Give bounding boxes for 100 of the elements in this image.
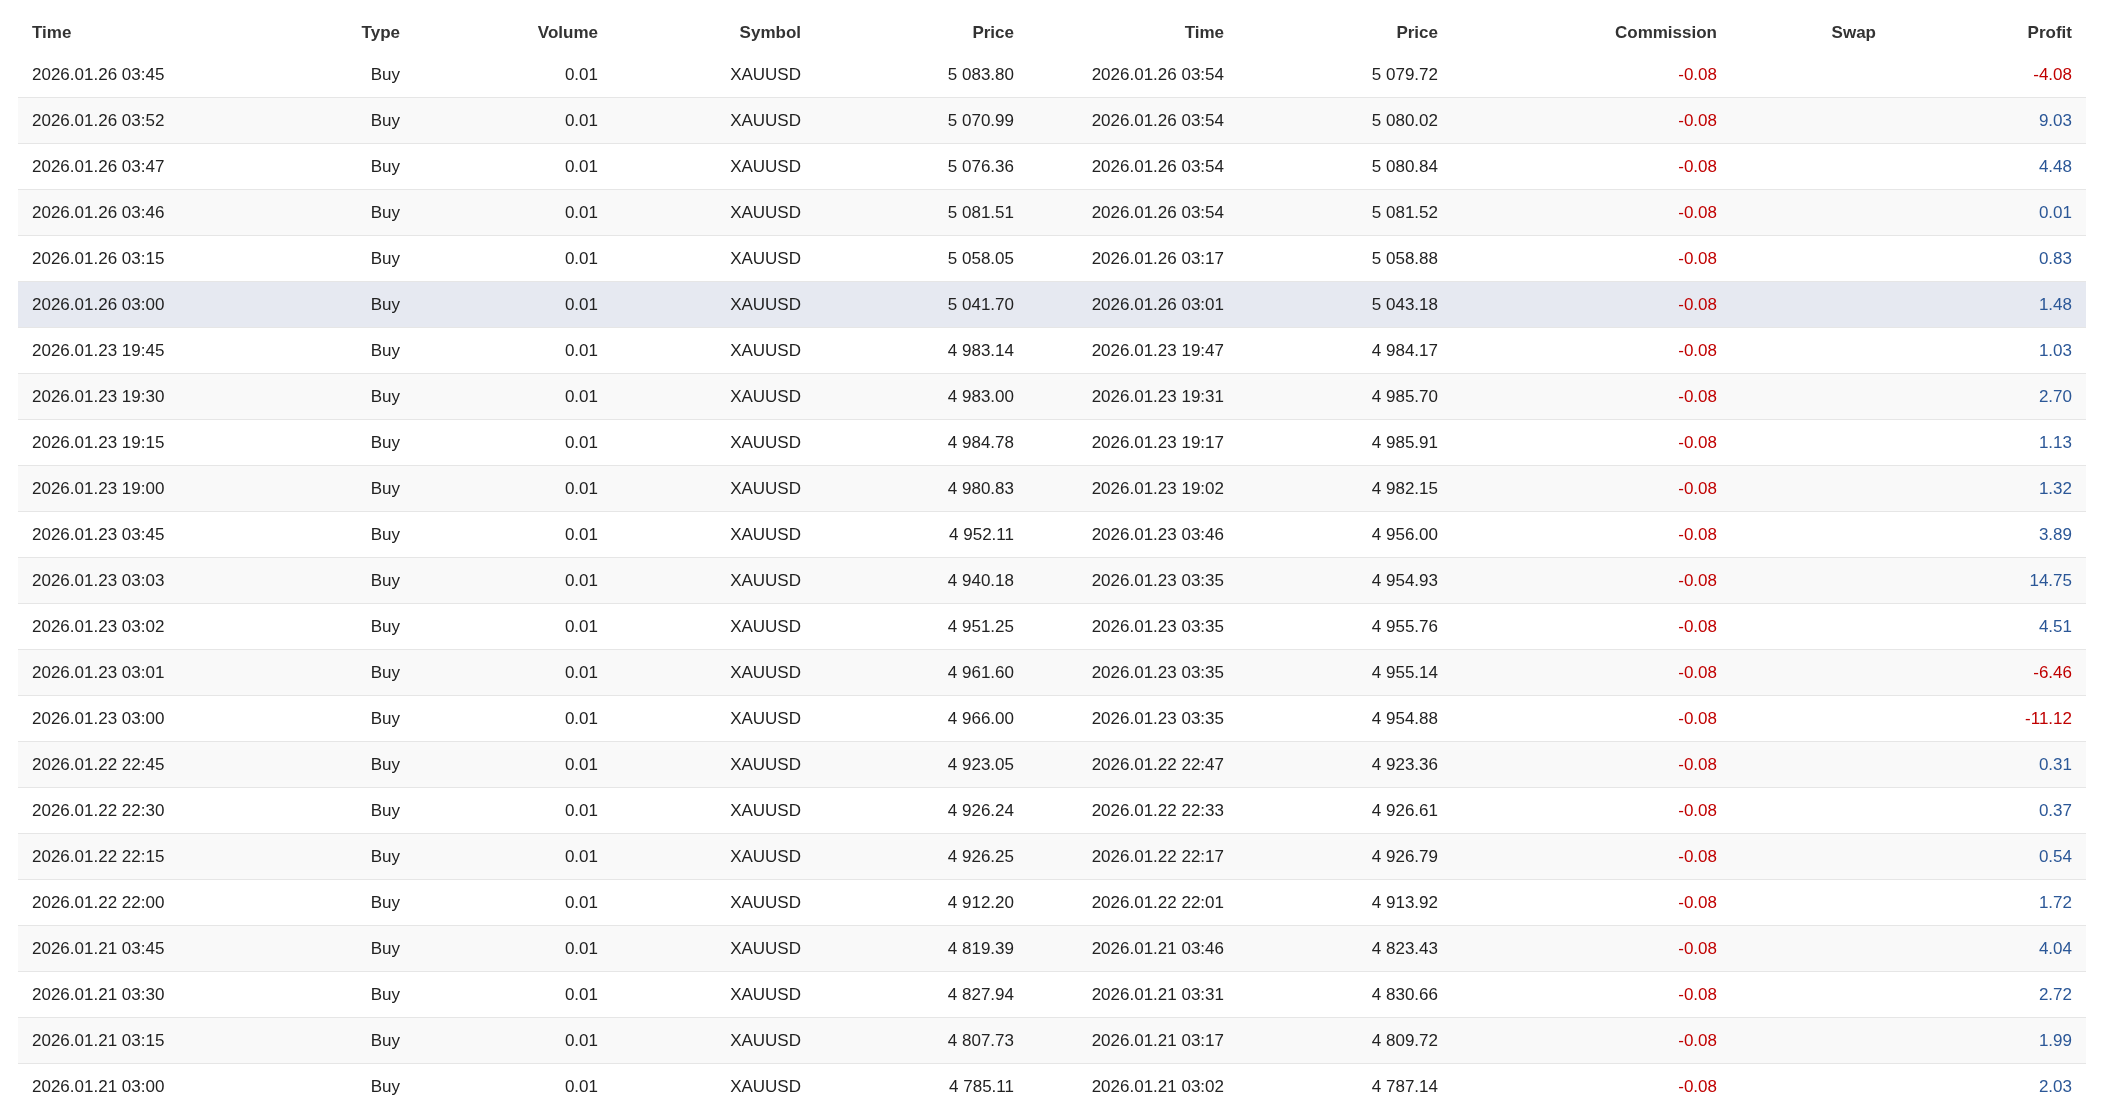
table-cell-text: Buy	[369, 339, 400, 362]
table-cell-text: 4 787.14	[1370, 1075, 1438, 1098]
table-cell-text: 4 954.93	[1370, 569, 1438, 592]
table-cell-text: Buy	[369, 891, 400, 914]
table-cell-text: 4 926.25	[946, 845, 1014, 868]
table-cell-text: 0.01	[563, 247, 598, 270]
table-cell-text: 0.01	[563, 339, 598, 362]
table-cell-text: 4 954.88	[1370, 707, 1438, 730]
table-cell-text: XAUUSD	[729, 1075, 801, 1098]
table-cell-text: 2026.01.26 03:54	[1090, 201, 1224, 224]
table-cell-text: Buy	[369, 983, 400, 1006]
table-cell-text: 4 955.76	[1370, 615, 1438, 638]
table-cell-text: 5 058.05	[946, 247, 1014, 270]
table-cell-text: -0.08	[1677, 523, 1717, 546]
table-cell-text: 2026.01.26 03:01	[1090, 293, 1224, 316]
column-header: Time	[1183, 22, 1224, 45]
table-cell-text: XAUUSD	[729, 753, 801, 776]
column-header: Swap	[1830, 22, 1876, 45]
table-cell-text: 0.83	[2037, 247, 2073, 270]
table-cell-text: 0.01	[563, 293, 598, 316]
table-cell-text: 4.48	[2037, 155, 2073, 178]
table-cell-text: 2026.01.23 19:00	[31, 477, 166, 500]
table-cell-text: 4 952.11	[948, 523, 1014, 546]
table-cell-text: 0.01	[563, 891, 598, 914]
table-cell-text: 5 058.88	[1370, 247, 1438, 270]
table-cell-text: 2026.01.23 19:15	[31, 431, 166, 454]
table-cell-text: 2026.01.23 03:03	[31, 569, 166, 592]
column-header: Commission	[1613, 22, 1717, 45]
table-row[interactable]: 2026.01.26 03:52 Buy 0.01 XAUUSD 5 070.99 2026.01.26 03:54 5 080.02 -0.08 9.03	[18, 98, 2086, 144]
table-cell-text: XAUUSD	[729, 477, 801, 500]
table-cell-text: 5 081.52	[1370, 201, 1438, 224]
table-cell-text: 4 966.00	[946, 707, 1014, 730]
table-cell-text: Buy	[369, 109, 400, 132]
table-cell-text: XAUUSD	[729, 661, 801, 684]
table-row[interactable]: 2026.01.22 22:15 Buy 0.01 XAUUSD 4 926.25 2026.01.22 22:17 4 926.79 -0.08 0.54	[18, 834, 2086, 880]
table-cell-text: 2026.01.22 22:45	[31, 753, 166, 776]
table-cell-text: 2026.01.21 03:46	[1090, 937, 1224, 960]
table-cell-text: 5 041.70	[946, 293, 1014, 316]
table-cell-text: 0.01	[563, 983, 598, 1006]
table-cell-text: 2026.01.23 19:47	[1090, 339, 1224, 362]
table-cell-text: 2026.01.21 03:30	[31, 983, 166, 1006]
table-cell-text: 2026.01.22 22:15	[31, 845, 166, 868]
table-cell-text: -0.08	[1677, 477, 1717, 500]
table-cell-text: 2026.01.26 03:47	[31, 155, 166, 178]
table-cell-text: 2026.01.26 03:00	[31, 293, 166, 316]
table-cell-text: Buy	[369, 431, 400, 454]
table-row[interactable]: 2026.01.26 03:46 Buy 0.01 XAUUSD 5 081.51 2026.01.26 03:54 5 081.52 -0.08 0.01	[18, 190, 2086, 236]
table-cell-text: 4 985.91	[1370, 431, 1438, 454]
table-cell-text: -6.46	[2032, 661, 2073, 684]
table-cell-text: 0.31	[2037, 753, 2073, 776]
table-cell-text: -0.08	[1677, 799, 1717, 822]
table-cell-text: 2026.01.23 03:02	[31, 615, 166, 638]
table-cell-text: -0.08	[1677, 661, 1717, 684]
table-cell-text: 0.01	[563, 523, 598, 546]
table-row[interactable]: 2026.01.22 22:45 Buy 0.01 XAUUSD 4 923.05 2026.01.22 22:47 4 923.36 -0.08 0.31	[18, 742, 2086, 788]
table-cell-text: 1.13	[2037, 431, 2073, 454]
table-cell-text: XAUUSD	[729, 247, 801, 270]
table-cell-text: 0.01	[563, 1075, 598, 1098]
table-cell-text: 2026.01.21 03:02	[1090, 1075, 1224, 1098]
table-cell-text: 4 807.73	[946, 1029, 1014, 1052]
column-header: Time	[31, 22, 73, 45]
table-row[interactable]: 2026.01.21 03:45 Buy 0.01 XAUUSD 4 819.39 2026.01.21 03:46 4 823.43 -0.08 4.04	[18, 926, 2086, 972]
table-cell-text: XAUUSD	[729, 937, 801, 960]
table-cell-text: Buy	[369, 385, 400, 408]
table-cell-text: 0.01	[563, 431, 598, 454]
table-cell-text: 9.03	[2037, 109, 2073, 132]
column-header: Type	[360, 22, 400, 45]
table-cell-text: 0.01	[563, 845, 598, 868]
table-row[interactable]: 2026.01.23 03:03 Buy 0.01 XAUUSD 4 940.18 2026.01.23 03:35 4 954.93 -0.08 14.75	[18, 558, 2086, 604]
table-cell-text: 0.01	[563, 661, 598, 684]
table-cell-text: 0.01	[563, 155, 598, 178]
table-cell-text: 2026.01.23 19:30	[31, 385, 166, 408]
table-cell-text: XAUUSD	[729, 293, 801, 316]
table-cell-text: 4 819.39	[946, 937, 1014, 960]
table-row[interactable]: 2026.01.26 03:00 Buy 0.01 XAUUSD 5 041.70 2026.01.26 03:01 5 043.18 -0.08 1.48	[18, 282, 2086, 328]
table-cell-text: Buy	[369, 201, 400, 224]
table-cell-text: -0.08	[1677, 109, 1717, 132]
table-cell-text: 4 785.11	[948, 1075, 1014, 1098]
table-cell-text: 2026.01.23 03:35	[1090, 569, 1224, 592]
table-cell-text: 5 080.02	[1370, 109, 1438, 132]
table-cell-text: -0.08	[1677, 63, 1717, 86]
table-cell-text: XAUUSD	[729, 109, 801, 132]
table-cell-text: Buy	[369, 753, 400, 776]
table-cell-text: 2.70	[2037, 385, 2073, 408]
table-row[interactable]: 2026.01.23 03:01 Buy 0.01 XAUUSD 4 961.60 2026.01.23 03:35 4 955.14 -0.08 -6.46	[18, 650, 2086, 696]
table-row[interactable]: 2026.01.23 19:00 Buy 0.01 XAUUSD 4 980.83 2026.01.23 19:02 4 982.15 -0.08 1.32	[18, 466, 2086, 512]
table-cell-text: XAUUSD	[729, 799, 801, 822]
table-cell-text: 2026.01.21 03:00	[31, 1075, 166, 1098]
table-cell-text: 2026.01.22 22:01	[1090, 891, 1224, 914]
table-cell-text: -0.08	[1677, 431, 1717, 454]
table-cell-text: 4 983.14	[946, 339, 1014, 362]
table-cell-text: 2026.01.26 03:54	[1090, 63, 1224, 86]
table-cell-text: -0.08	[1677, 155, 1717, 178]
table-cell-text: -0.08	[1677, 707, 1717, 730]
table-row[interactable]: 2026.01.21 03:15 Buy 0.01 XAUUSD 4 807.73 2026.01.21 03:17 4 809.72 -0.08 1.99	[18, 1018, 2086, 1064]
table-cell-text: 2026.01.23 03:35	[1090, 615, 1224, 638]
table-cell-text: -0.08	[1677, 891, 1717, 914]
table-row[interactable]: 2026.01.23 19:30 Buy 0.01 XAUUSD 4 983.00 2026.01.23 19:31 4 985.70 -0.08 2.70	[18, 374, 2086, 420]
table-cell-text: 0.01	[563, 109, 598, 132]
table-cell-text: XAUUSD	[729, 63, 801, 86]
